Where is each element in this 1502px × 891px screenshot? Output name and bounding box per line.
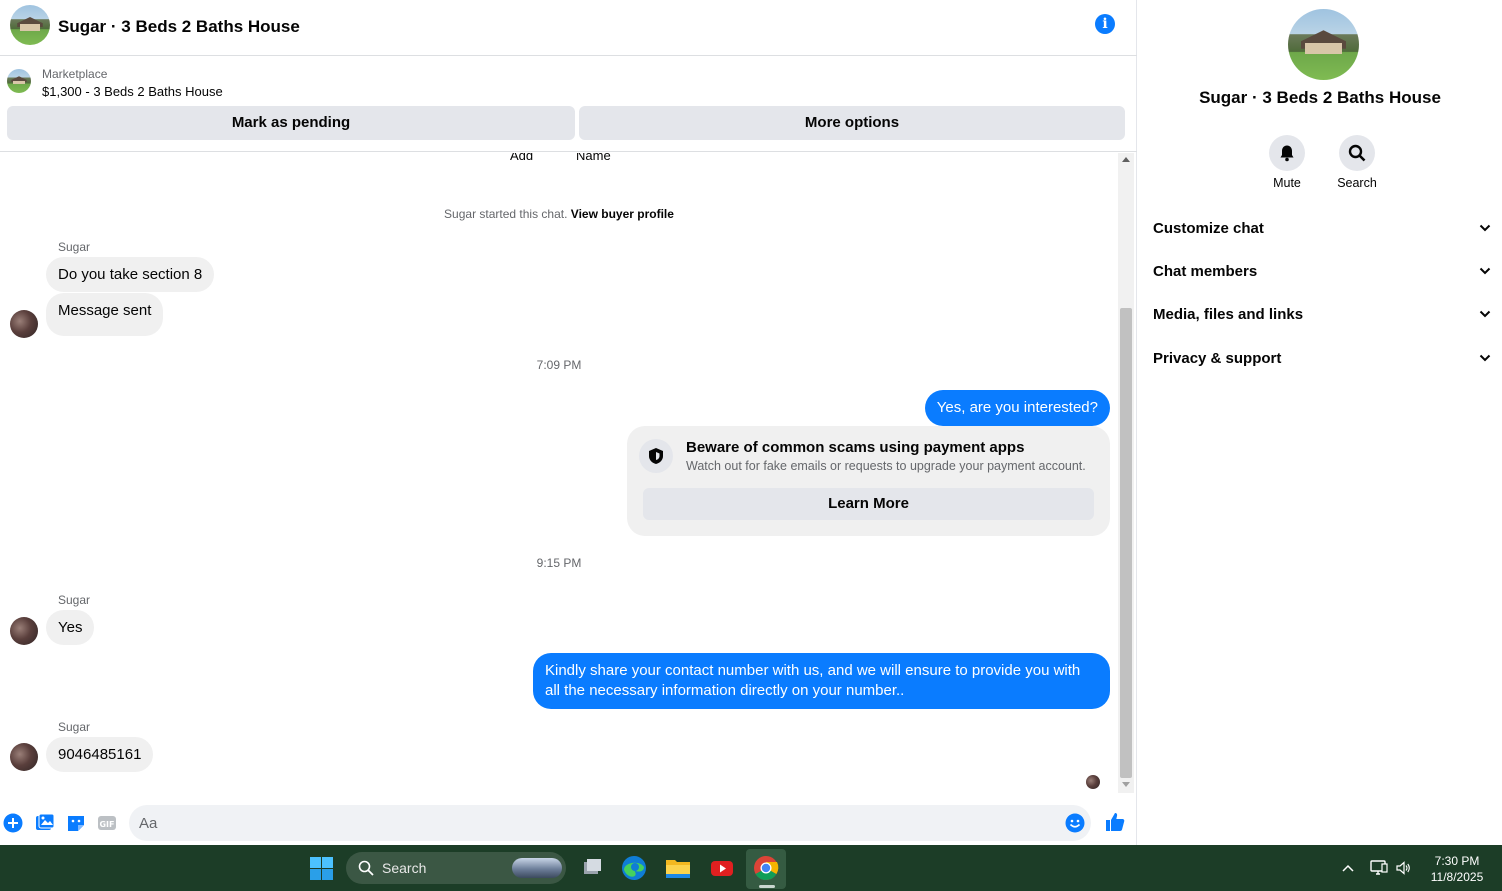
section-label: Media, files and links [1153,306,1304,323]
search-icon [358,860,374,876]
thumbs-up-icon[interactable] [1104,811,1126,833]
message-scrollbar[interactable] [1118,153,1134,793]
learn-more-button[interactable]: Learn More [643,488,1094,520]
taskbar-search[interactable]: Search [346,852,566,884]
message-sender: Sugar [58,593,91,607]
timestamp: 9:15 PM [536,556,582,570]
chat-header: Sugar · 3 Beds 2 Baths House i [0,0,1137,56]
read-receipt-avatar [1086,775,1100,789]
section-label: Customize chat [1153,220,1264,237]
chrome-browser-icon[interactable] [750,852,782,884]
bell-icon [1280,145,1294,162]
incoming-message[interactable]: Do you take section 8 [46,257,215,292]
mark-as-pending-button[interactable]: Mark as pending [7,106,575,140]
search-icon [1348,144,1366,162]
svg-text:GIF: GIF [99,820,114,829]
search-highlight-image [512,858,562,878]
scroll-up-arrow[interactable] [1122,157,1130,162]
chat-started-notice: Sugar started this chat. View buyer prof… [0,207,1118,221]
chevron-down-icon [1479,310,1491,318]
chevron-down-icon [1479,267,1491,275]
mute-button[interactable] [1269,135,1305,171]
info-icon[interactable]: i [1095,14,1115,34]
chat-started-text: Sugar started this chat. [444,207,568,221]
chevron-up-icon[interactable] [1342,864,1354,872]
volume-icon[interactable] [1395,860,1411,876]
section-chat-members[interactable]: Chat members [1153,253,1493,293]
listing-avatar[interactable] [10,5,50,45]
chevron-down-icon [1479,354,1491,362]
sender-avatar[interactable] [10,743,38,771]
outgoing-message[interactable]: Yes, are you interested? [924,390,1110,426]
emoji-icon[interactable] [1065,813,1085,833]
incoming-message[interactable]: Message sent [46,293,164,336]
plus-icon[interactable] [3,813,23,833]
timestamp: 7:09 PM [536,358,582,372]
gif-icon[interactable]: GIF [97,813,117,833]
chat-details-panel: Sugar · 3 Beds 2 Baths House Mute Search… [1138,0,1502,845]
windows-start-icon[interactable] [310,857,333,880]
section-privacy-support[interactable]: Privacy & support [1153,340,1493,380]
composer-bar: GIF [0,801,1137,845]
scroll-thumb[interactable] [1120,308,1132,778]
scam-warning-card: Beware of common scams using payment app… [627,426,1110,536]
details-avatar[interactable] [1288,9,1359,80]
edge-browser-icon[interactable] [618,852,650,884]
chat-pane: Sugar · 3 Beds 2 Baths House i Marketpla… [0,0,1137,845]
task-view-icon[interactable] [576,852,608,884]
taskbar-search-label: Search [382,860,427,876]
sender-avatar[interactable] [10,617,38,645]
section-media-files-links[interactable]: Media, files and links [1153,296,1493,336]
section-label: Privacy & support [1153,350,1282,367]
photo-icon[interactable] [35,813,55,833]
clock-date: 11/8/2025 [1430,870,1484,884]
message-sender: Sugar [58,240,91,254]
youtube-icon[interactable] [706,852,738,884]
listing-title[interactable]: $1,300 - 3 Beds 2 Baths House [42,84,223,99]
search-label: Search [1337,176,1377,190]
search-conversation-button[interactable] [1339,135,1375,171]
network-icon[interactable] [1370,860,1388,876]
details-title: Sugar · 3 Beds 2 Baths House [1199,88,1441,107]
scam-warning-title: Beware of common scams using payment app… [686,439,1025,456]
outgoing-message[interactable]: Kindly share your contact number with us… [533,653,1110,709]
sender-avatar[interactable] [10,310,38,338]
listing-source: Marketplace [42,67,108,81]
system-clock[interactable]: 7:30 PM 11/8/2025 [1422,853,1492,885]
scam-warning-subtitle: Watch out for fake emails or requests to… [686,459,1086,473]
section-label: Chat members [1153,263,1258,280]
active-app-indicator [759,885,775,888]
partial-add-label: Add [510,153,534,163]
listing-thumbnail[interactable] [7,69,31,93]
message-input[interactable] [129,805,1091,841]
scroll-down-arrow[interactable] [1122,782,1130,787]
clock-time: 7:30 PM [1434,854,1480,868]
mute-label: Mute [1273,176,1301,190]
incoming-message[interactable]: 9046485161 [46,737,154,772]
section-customize-chat[interactable]: Customize chat [1153,210,1493,250]
message-sender: Sugar [58,720,91,734]
more-options-button[interactable]: More options [579,106,1125,140]
chat-title[interactable]: Sugar · 3 Beds 2 Baths House [58,17,300,37]
chevron-down-icon [1479,224,1491,232]
sticker-icon[interactable] [66,813,86,833]
message-list: Add Name Sugar started this chat. View b… [0,153,1118,801]
listing-bar: Marketplace $1,300 - 3 Beds 2 Baths Hous… [0,57,1137,152]
incoming-message[interactable]: Yes [46,610,95,645]
file-explorer-icon[interactable] [662,852,694,884]
view-buyer-profile-link[interactable]: View buyer profile [571,207,674,221]
shield-icon [639,439,673,473]
partial-name-label: Name [576,153,611,163]
